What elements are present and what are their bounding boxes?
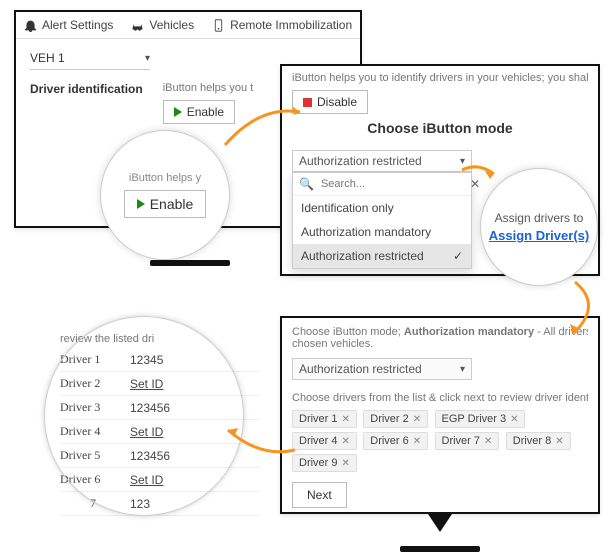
disable-button[interactable]: Disable (292, 90, 368, 114)
close-icon[interactable]: ✕ (342, 436, 350, 447)
driver-chip-container: Driver 1✕ Driver 2✕ EGP Driver 3✕ Driver… (292, 408, 588, 474)
driver-chip[interactable]: EGP Driver 3✕ (435, 410, 526, 428)
callout-assign-drivers: Assign drivers to Assign Driver(s) (480, 168, 598, 286)
driver-table: review the listed dri Driver 112345 Driv… (60, 330, 260, 516)
driver-chip[interactable]: Driver 1✕ (292, 410, 357, 428)
next-button[interactable]: Next (292, 482, 347, 508)
assign-top-text: Assign drivers to (495, 211, 584, 225)
mode-dropdown[interactable]: Authorization restricted ▾ (292, 150, 472, 172)
mode-desc: Choose iButton mode; Authorization manda… (292, 326, 588, 338)
table-row: 7123 (60, 492, 260, 516)
table-row: Driver 2Set ID (60, 372, 260, 396)
stop-icon (303, 98, 312, 107)
driver-chip[interactable]: Driver 6✕ (363, 432, 428, 450)
mode-desc-2: chosen vehicles. (292, 338, 588, 350)
car-icon (131, 19, 144, 32)
driver-chip[interactable]: Driver 9✕ (292, 454, 357, 472)
chevron-down-icon: ▾ (460, 364, 465, 375)
callout-hint: iButton helps y (129, 172, 201, 184)
driver-chip[interactable]: Driver 8✕ (506, 432, 571, 450)
option-authorization-restricted[interactable]: Authorization restricted ✓ (293, 244, 471, 268)
close-icon[interactable]: ✕ (484, 436, 492, 447)
close-icon[interactable]: ✕ (342, 414, 350, 425)
search-input[interactable] (319, 177, 465, 191)
enable-button[interactable]: Enable (124, 190, 207, 218)
driver-chip[interactable]: Driver 7✕ (435, 432, 500, 450)
driver-chip[interactable]: Driver 2✕ (363, 410, 428, 428)
table-row: Driver 4Set ID (60, 420, 260, 444)
close-icon[interactable]: ✕ (470, 177, 480, 191)
vehicle-selector[interactable]: VEH 1 ▾ (30, 47, 150, 70)
search-icon: 🔍 (299, 177, 314, 191)
driver-identification-label: Driver identification (30, 82, 143, 96)
mode-dropdown-list: 🔍 ✕ Identification only Authorization ma… (292, 172, 472, 269)
chevron-down-icon: ▾ (460, 156, 465, 167)
chevron-down-icon: ▾ (145, 53, 150, 64)
table-caption: review the listed dri (60, 330, 260, 348)
callout-enable: iButton helps y Enable (100, 130, 230, 260)
dropdown-search[interactable]: 🔍 ✕ (293, 173, 471, 196)
tab-alert-settings[interactable]: Alert Settings (24, 18, 113, 38)
device-icon (212, 19, 225, 32)
set-id-link[interactable]: Set ID (130, 473, 190, 487)
play-icon (174, 107, 182, 117)
hint-text-top: iButton helps you to identify drivers in… (292, 72, 588, 84)
check-icon: ✓ (453, 249, 463, 263)
driver-chip[interactable]: Driver 4✕ (292, 432, 357, 450)
set-id-link[interactable]: Set ID (130, 425, 190, 439)
table-row: Driver 6Set ID (60, 468, 260, 492)
hint-text: iButton helps you t (163, 82, 254, 94)
assign-drivers-link[interactable]: Assign Driver(s) (489, 228, 589, 243)
play-icon (137, 199, 145, 209)
close-icon[interactable]: ✕ (342, 458, 350, 469)
bell-icon (24, 19, 37, 32)
close-icon[interactable]: ✕ (413, 414, 421, 425)
set-id-link[interactable]: Set ID (130, 377, 190, 391)
close-icon[interactable]: ✕ (555, 436, 563, 447)
choose-mode-heading: Choose iButton mode (292, 120, 588, 136)
tab-bar: Alert Settings Vehicles Remote Immobiliz… (16, 12, 360, 39)
close-icon[interactable]: ✕ (413, 436, 421, 447)
table-row: Driver 112345 (60, 348, 260, 372)
assign-drivers-window: Choose iButton mode; Authorization manda… (280, 316, 600, 514)
option-authorization-mandatory[interactable]: Authorization mandatory (293, 220, 471, 244)
choose-drivers-text: Choose drivers from the list & click nex… (292, 392, 588, 404)
table-row: Driver 5123456 (60, 444, 260, 468)
tab-vehicles[interactable]: Vehicles (131, 18, 194, 38)
option-identification-only[interactable]: Identification only (293, 196, 471, 220)
table-row: Driver 3123456 (60, 396, 260, 420)
mode-dropdown-readonly[interactable]: Authorization restricted ▾ (292, 358, 472, 380)
close-icon[interactable]: ✕ (510, 414, 518, 425)
tab-remote-immobilization[interactable]: Remote Immobilization (212, 18, 352, 38)
monitor-stand (400, 532, 480, 552)
enable-button-small[interactable]: Enable (163, 100, 235, 124)
